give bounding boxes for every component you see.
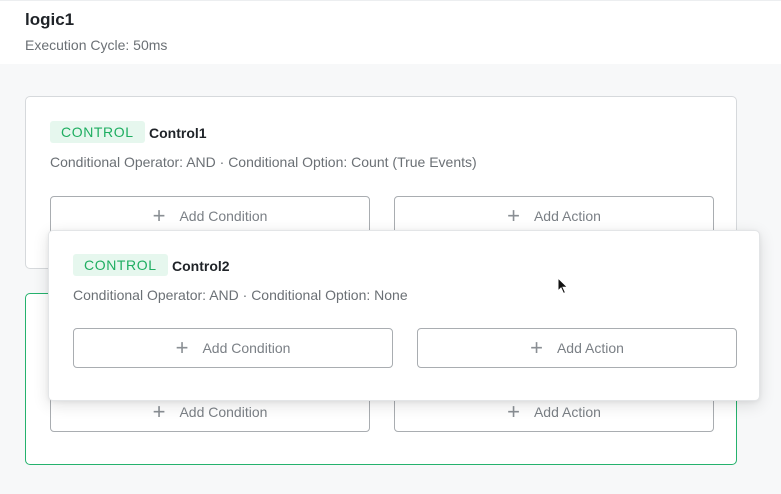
add-action-label: Add Action [556,340,624,356]
add-condition-label: Add Condition [179,208,268,224]
plus-icon: + [152,399,166,424]
execution-cycle-label: Execution Cycle: 50ms [25,37,168,53]
add-condition-label: Add Condition [179,404,268,420]
add-action-button[interactable]: + Add Action [417,328,737,368]
add-action-label: Add Action [533,404,601,420]
add-condition-label: Add Condition [202,340,291,356]
plus-icon: + [507,203,520,228]
logic-header: logic1 Execution Cycle: 50ms [0,0,781,64]
add-condition-button[interactable]: + Add Condition [73,328,393,368]
logic-title: logic1 [25,10,75,29]
plus-icon: + [175,335,189,360]
control-name: Control2 [172,258,230,274]
add-action-label: Add Action [533,208,601,224]
control-info: Conditional Operator: AND · Conditional … [73,287,408,303]
plus-icon: + [507,399,520,424]
control-name: Control1 [149,125,207,141]
plus-icon: + [152,203,166,228]
control-card-dragging[interactable]: CONTROL Control2 Conditional Operator: A… [48,230,760,401]
control-tag: CONTROL [73,254,168,276]
plus-icon: + [530,335,543,360]
control-tag: CONTROL [50,121,145,143]
control-info: Conditional Operator: AND · Conditional … [50,154,477,170]
mouse-cursor-icon [557,277,569,295]
